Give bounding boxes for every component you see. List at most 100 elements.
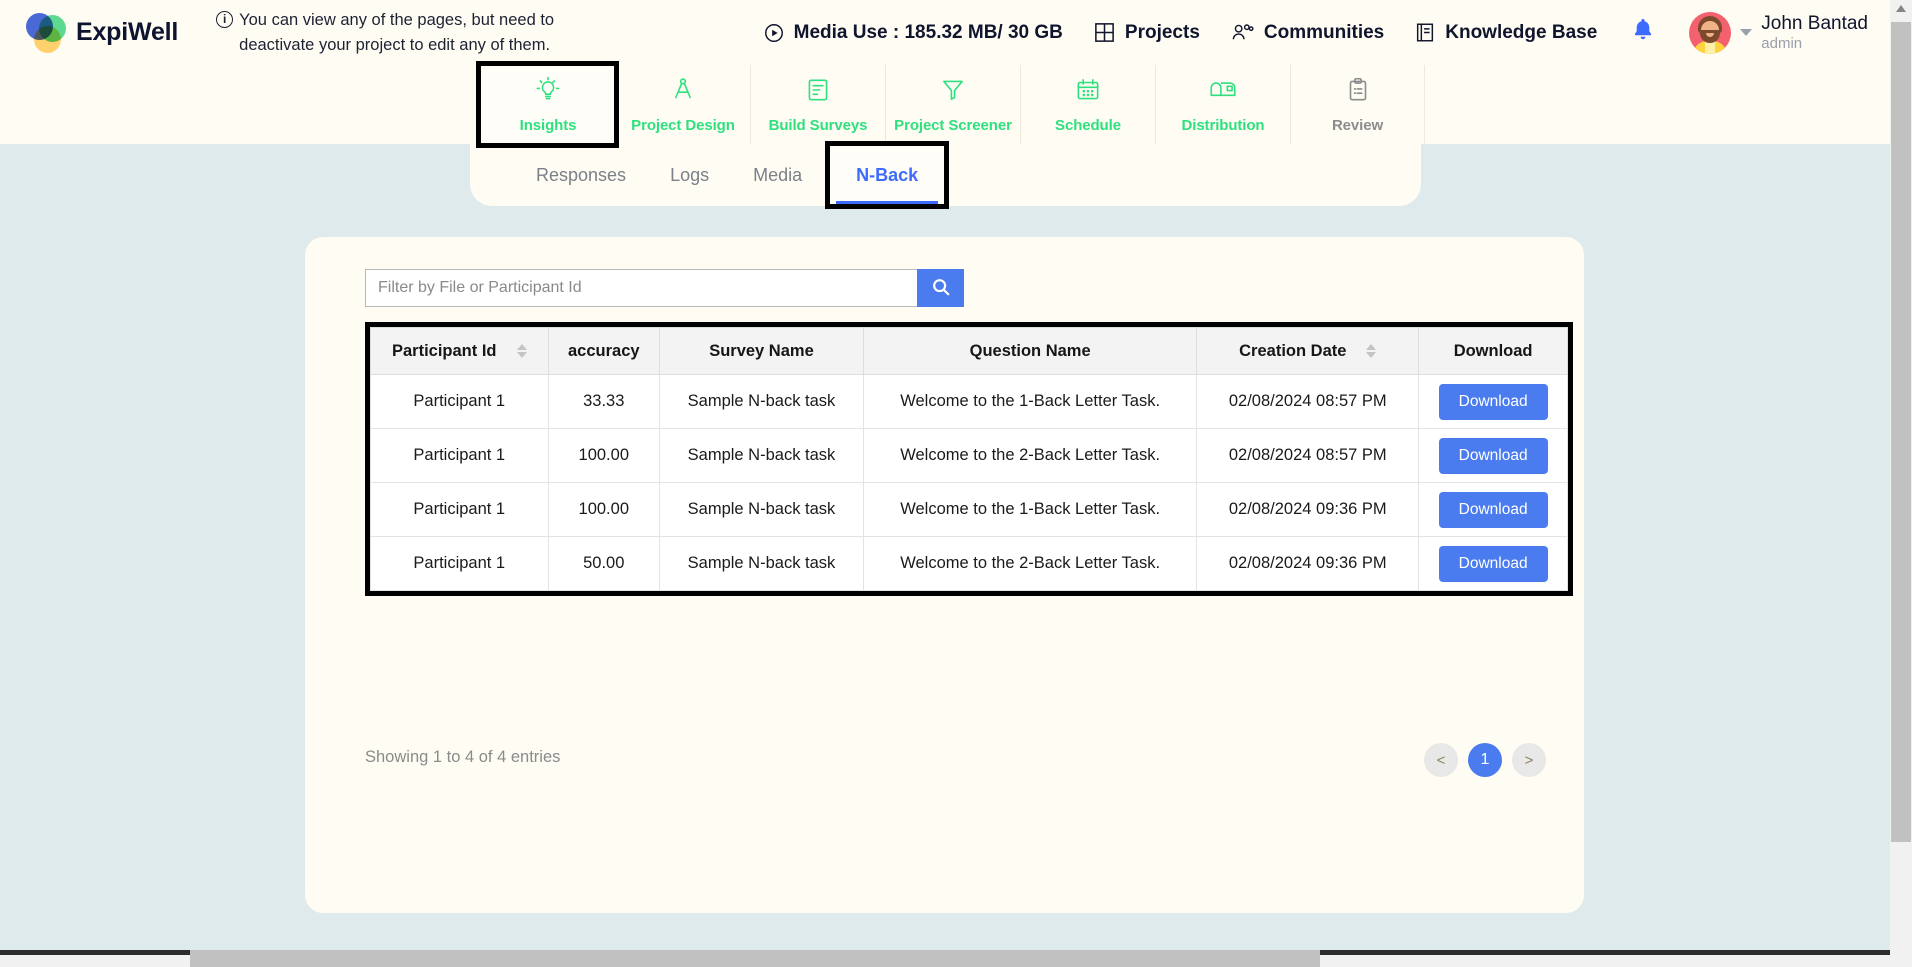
cell-participant-id: Participant 1 — [370, 374, 549, 429]
column-header-participant-id[interactable]: Participant Id — [370, 327, 549, 375]
nav-item-project-screener-label: Project Screener — [894, 117, 1012, 134]
subtab-responses[interactable]: Responses — [514, 157, 648, 194]
download-button[interactable]: Download — [1438, 383, 1548, 420]
nback-content-card: Participant Id accuracy Survey Name Ques… — [305, 237, 1584, 913]
clipboard-icon — [1343, 75, 1373, 110]
nav-projects[interactable]: Projects — [1093, 21, 1200, 44]
nav-item-project-design[interactable]: Project Design — [615, 65, 750, 144]
cell-download: Download — [1418, 428, 1568, 483]
cell-download: Download — [1418, 482, 1568, 537]
compass-icon — [668, 75, 698, 110]
notifications-bell-icon[interactable] — [1631, 17, 1655, 48]
info-icon: i — [216, 10, 234, 28]
expiwell-logo-icon — [26, 12, 70, 53]
column-header-accuracy[interactable]: accuracy — [547, 327, 661, 375]
nav-item-build-surveys[interactable]: Build Surveys — [750, 65, 885, 144]
nav-knowledge-base[interactable]: Knowledge Base — [1414, 21, 1597, 44]
subtab-media[interactable]: Media — [731, 157, 824, 194]
filter-row — [365, 269, 964, 307]
magnifier-icon — [931, 277, 951, 300]
chevron-down-icon[interactable] — [1740, 29, 1753, 36]
cell-accuracy: 100.00 — [547, 482, 661, 537]
scroll-up-arrow-icon[interactable] — [1896, 5, 1906, 12]
search-button[interactable] — [917, 269, 964, 307]
cell-participant-id: Participant 1 — [370, 536, 549, 591]
brand-logo[interactable]: ExpiWell — [26, 12, 179, 53]
cell-download: Download — [1418, 374, 1568, 429]
entries-summary: Showing 1 to 4 of 4 entries — [365, 748, 561, 766]
lightbulb-icon — [533, 75, 563, 110]
nav-item-project-screener[interactable]: Project Screener — [885, 65, 1020, 144]
table-row: Participant 1 100.00 Sample N-back task … — [370, 482, 1568, 537]
subtab-logs[interactable]: Logs — [648, 157, 731, 194]
column-header-creation-date[interactable]: Creation Date — [1196, 327, 1420, 375]
horizontal-scrollbar[interactable] — [0, 950, 1890, 967]
subtab-n-back[interactable]: N-Back — [825, 141, 950, 209]
table-row: Participant 1 33.33 Sample N-back task W… — [370, 374, 1568, 429]
cell-creation-date: 02/08/2024 09:36 PM — [1196, 536, 1420, 591]
horizontal-scrollbar-thumb[interactable] — [190, 950, 1320, 967]
calendar-icon — [1073, 75, 1103, 110]
nav-item-review-label: Review — [1331, 117, 1384, 134]
pagination-next[interactable]: > — [1512, 743, 1546, 777]
nav-item-insights[interactable]: Insights — [476, 61, 619, 148]
column-header-question-name[interactable]: Question Name — [862, 327, 1198, 375]
user-menu[interactable]: John Bantad admin — [1689, 11, 1868, 54]
nav-communities[interactable]: Communities — [1230, 21, 1384, 44]
play-circle-icon — [763, 22, 785, 44]
download-button[interactable]: Download — [1438, 545, 1548, 582]
nav-item-distribution-label: Distribution — [1181, 117, 1265, 134]
top-header-bar: ExpiWell i You can view any of the pages… — [0, 0, 1890, 65]
table-header-row: Participant Id accuracy Survey Name Ques… — [370, 327, 1568, 375]
nav-item-review[interactable]: Review — [1290, 65, 1425, 144]
table-body: Participant 1 33.33 Sample N-back task W… — [370, 374, 1568, 591]
pagination-prev[interactable]: < — [1424, 743, 1458, 777]
vertical-scrollbar[interactable] — [1890, 0, 1912, 967]
media-use-label: Media Use : 185.32 MB/ 30 GB — [793, 21, 1063, 43]
primary-nav: Insights Project Design Build Surveys Pr… — [476, 61, 1425, 148]
column-header-participant-id-label: Participant Id — [391, 341, 497, 360]
download-button[interactable]: Download — [1438, 491, 1548, 528]
cell-question-name: Welcome to the 2-Back Letter Task. — [862, 428, 1198, 483]
nav-item-distribution[interactable]: Distribution — [1155, 65, 1290, 144]
sort-icon[interactable] — [1366, 344, 1377, 358]
cell-question-name: Welcome to the 1-Back Letter Task. — [862, 482, 1198, 537]
nav-item-schedule[interactable]: Schedule — [1020, 65, 1155, 144]
cell-participant-id: Participant 1 — [370, 428, 549, 483]
nav-knowledge-base-label: Knowledge Base — [1445, 21, 1598, 43]
media-use-indicator[interactable]: Media Use : 185.32 MB/ 30 GB — [763, 22, 1063, 44]
people-icon — [1230, 21, 1255, 44]
table-header: Participant Id accuracy Survey Name Ques… — [370, 327, 1568, 375]
search-input[interactable] — [365, 269, 917, 307]
table-row: Participant 1 50.00 Sample N-back task W… — [370, 536, 1568, 591]
mailbox-icon — [1207, 75, 1239, 110]
subtabs: Responses Logs Media N-Back — [470, 141, 1421, 209]
avatar — [1689, 11, 1732, 54]
sort-icon[interactable] — [516, 344, 527, 358]
header-actions: Media Use : 185.32 MB/ 30 GB Projects Co… — [763, 0, 1868, 65]
cell-creation-date: 02/08/2024 08:57 PM — [1196, 428, 1420, 483]
nav-item-build-surveys-label: Build Surveys — [768, 117, 868, 134]
pagination-page-1[interactable]: 1 — [1468, 743, 1502, 777]
nav-projects-label: Projects — [1124, 21, 1200, 43]
nback-results-table: Participant Id accuracy Survey Name Ques… — [365, 322, 1573, 596]
column-header-survey-name[interactable]: Survey Name — [659, 327, 864, 375]
nav-item-schedule-label: Schedule — [1055, 117, 1121, 134]
primary-nav-bar: Insights Project Design Build Surveys Pr… — [0, 61, 1890, 148]
cell-question-name: Welcome to the 1-Back Letter Task. — [862, 374, 1198, 429]
brand-name: ExpiWell — [76, 18, 179, 46]
cell-participant-id: Participant 1 — [370, 482, 549, 537]
column-header-download: Download — [1418, 327, 1568, 375]
user-role: admin — [1761, 34, 1803, 52]
pagination: < 1 > — [1424, 743, 1546, 777]
download-button[interactable]: Download — [1438, 437, 1548, 474]
cell-creation-date: 02/08/2024 08:57 PM — [1196, 374, 1420, 429]
vertical-scrollbar-thumb[interactable] — [1891, 22, 1911, 842]
table-row: Participant 1 100.00 Sample N-back task … — [370, 428, 1568, 483]
cell-survey-name: Sample N-back task — [659, 482, 864, 537]
cell-question-name: Welcome to the 2-Back Letter Task. — [862, 536, 1198, 591]
project-notice-text: You can view any of the pages, but need … — [239, 10, 555, 54]
cell-survey-name: Sample N-back task — [659, 536, 864, 591]
cell-download: Download — [1418, 536, 1568, 591]
grid-icon — [1093, 21, 1116, 44]
